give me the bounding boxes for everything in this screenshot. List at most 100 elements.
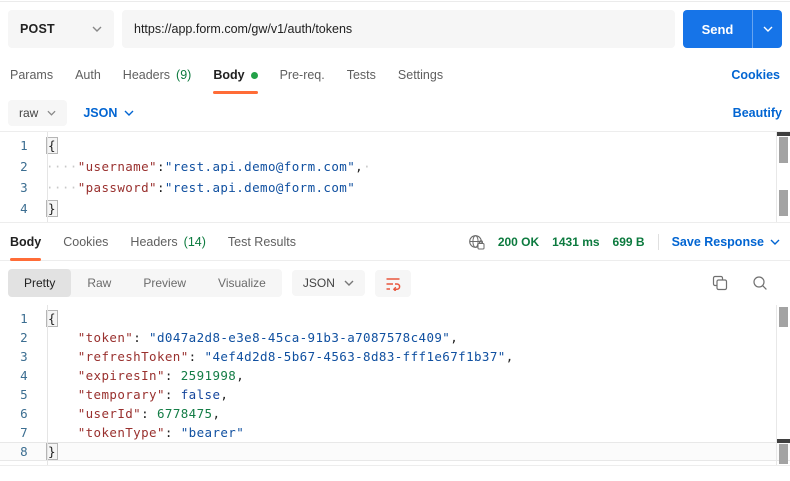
- code-line: 7 "tokenType": "bearer": [0, 423, 790, 442]
- tab-auth[interactable]: Auth: [75, 56, 101, 94]
- method-dropdown[interactable]: POST: [8, 10, 114, 48]
- search-icon: [752, 275, 768, 291]
- tab-label: Pre-req.: [280, 68, 325, 82]
- copy-button[interactable]: [712, 275, 728, 291]
- view-tab-raw[interactable]: Raw: [71, 269, 127, 297]
- view-tab-preview[interactable]: Preview: [127, 269, 202, 297]
- active-tab-underline: [10, 258, 41, 261]
- response-tab-test-results[interactable]: Test Results: [228, 223, 296, 261]
- wrap-text-button[interactable]: [375, 270, 411, 297]
- send-options-button[interactable]: [752, 10, 782, 48]
- response-actions: [712, 275, 782, 291]
- tab-params[interactable]: Params: [10, 56, 53, 94]
- language-dropdown[interactable]: JSON: [83, 106, 134, 120]
- status-code[interactable]: 200 OK: [498, 235, 539, 249]
- line-number: 2: [0, 156, 38, 177]
- response-tab-headers[interactable]: Headers (14): [130, 223, 205, 261]
- search-button[interactable]: [752, 275, 768, 291]
- tab-label: Headers: [130, 235, 177, 249]
- line-number: 2: [0, 328, 38, 347]
- response-time[interactable]: 1431 ms: [552, 235, 599, 249]
- line-number: 1: [0, 309, 38, 328]
- globe-lock-icon: [468, 234, 485, 250]
- line-number: 1: [0, 135, 38, 156]
- scrollbar-thumb[interactable]: [779, 190, 788, 216]
- response-meta: 200 OK 1431 ms 699 B Save Response: [468, 234, 780, 250]
- body-format-bar: raw JSON Beautify: [0, 94, 790, 132]
- chevron-down-icon: [124, 110, 134, 116]
- wrap-text-icon: [385, 276, 401, 291]
- code-line: 3····"password":"rest.api.demo@form.com": [0, 177, 790, 198]
- save-response-button[interactable]: Save Response: [672, 235, 780, 249]
- tab-label: Body: [10, 235, 41, 249]
- request-editor-scrollbar[interactable]: [776, 132, 790, 222]
- response-language-dropdown[interactable]: JSON: [292, 270, 365, 296]
- code-line-content: "expiresIn": 2591998,: [38, 366, 244, 385]
- scrollbar-thumb[interactable]: [779, 307, 788, 327]
- line-number: 3: [0, 177, 38, 198]
- response-view-switcher: Pretty Raw Preview Visualize: [8, 269, 282, 297]
- rest-client-window: POST Send Params Auth Headers (9) Body: [0, 0, 790, 466]
- line-number: 6: [0, 404, 38, 423]
- code-line-content: ····"username":"rest.api.demo@form.com",…: [38, 156, 371, 177]
- save-response-label: Save Response: [672, 235, 764, 249]
- body-format-label: raw: [19, 106, 38, 120]
- chevron-down-icon: [344, 280, 354, 286]
- language-label: JSON: [83, 106, 117, 120]
- line-number: 7: [0, 423, 38, 442]
- request-url-bar: POST Send: [0, 2, 790, 56]
- code-line-content: "tokenType": "bearer": [38, 423, 244, 442]
- response-view-toolbar: Pretty Raw Preview Visualize JSON: [0, 261, 790, 305]
- scroll-marker: [777, 439, 790, 443]
- scrollbar-thumb[interactable]: [779, 137, 788, 163]
- tab-label: Auth: [75, 68, 101, 82]
- tab-body[interactable]: Body: [213, 56, 257, 94]
- code-line: 1{: [0, 135, 790, 156]
- response-tab-body[interactable]: Body: [10, 223, 41, 261]
- code-line-content: "refreshToken": "4ef4d2d8-5b67-4563-8d83…: [38, 347, 514, 366]
- response-size[interactable]: 699 B: [613, 235, 645, 249]
- response-language-label: JSON: [303, 276, 335, 290]
- response-tab-cookies[interactable]: Cookies: [63, 223, 108, 261]
- headers-count-badge: (9): [176, 68, 191, 82]
- view-tab-visualize[interactable]: Visualize: [202, 269, 282, 297]
- active-tab-underline: [213, 91, 257, 94]
- send-label: Send: [683, 10, 752, 48]
- code-line: 2 "token": "d047a2d8-e3e8-45ca-91b3-a708…: [0, 328, 790, 347]
- url-input[interactable]: [122, 10, 675, 48]
- tab-label: Settings: [398, 68, 443, 82]
- body-content-dot: [251, 72, 258, 79]
- code-line: 6 "userId": 6778475,: [0, 404, 790, 423]
- response-editor-scrollbar[interactable]: [776, 305, 790, 465]
- tab-label: Params: [10, 68, 53, 82]
- divider: [658, 234, 659, 250]
- tab-settings[interactable]: Settings: [398, 56, 443, 94]
- tab-headers[interactable]: Headers (9): [123, 56, 192, 94]
- chevron-down-icon: [770, 239, 780, 245]
- view-tab-pretty[interactable]: Pretty: [8, 269, 71, 297]
- request-tabs: Params Auth Headers (9) Body Pre-req. Te…: [0, 56, 790, 94]
- send-button[interactable]: Send: [683, 10, 782, 48]
- tab-label: Tests: [347, 68, 376, 82]
- code-line: 4}: [0, 198, 790, 219]
- headers-count-badge: (14): [184, 235, 206, 249]
- gutter-divider: [47, 132, 48, 222]
- copy-icon: [712, 275, 728, 291]
- body-format-dropdown[interactable]: raw: [8, 100, 67, 126]
- code-line: 2····"username":"rest.api.demo@form.com"…: [0, 156, 790, 177]
- chevron-down-icon: [92, 26, 102, 32]
- request-body-editor[interactable]: 1{2····"username":"rest.api.demo@form.co…: [0, 132, 790, 223]
- line-number: 4: [0, 198, 38, 219]
- cookies-link[interactable]: Cookies: [731, 68, 780, 82]
- scrollbar-thumb[interactable]: [779, 444, 788, 464]
- chevron-down-icon: [763, 26, 773, 32]
- line-number: 3: [0, 347, 38, 366]
- line-number: 4: [0, 366, 38, 385]
- tab-tests[interactable]: Tests: [347, 56, 376, 94]
- code-line: 8}: [0, 442, 790, 461]
- tab-label: Headers: [123, 68, 170, 82]
- scroll-marker: [777, 132, 790, 136]
- beautify-link[interactable]: Beautify: [733, 106, 782, 120]
- code-line: 5 "temporary": false,: [0, 385, 790, 404]
- tab-pre-request[interactable]: Pre-req.: [280, 56, 325, 94]
